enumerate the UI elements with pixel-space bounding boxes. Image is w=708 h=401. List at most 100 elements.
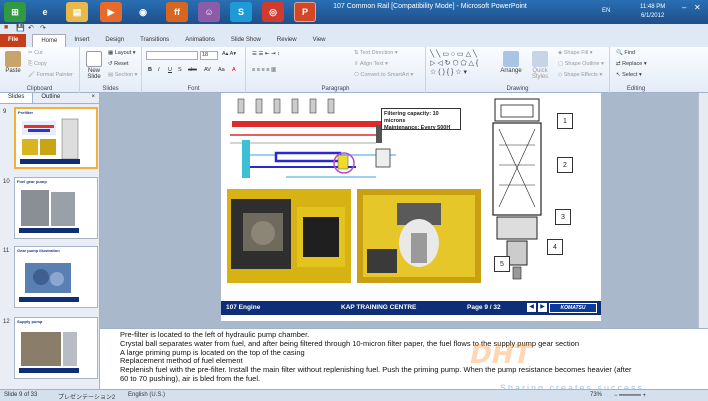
change-case-button[interactable]: Aa	[218, 67, 225, 73]
new-slide-icon	[86, 51, 102, 67]
new-slide-button[interactable]: New Slide	[83, 51, 105, 80]
align-buttons[interactable]: ≡ ≡ ≡ ≡ ▥	[252, 67, 276, 73]
slides-panel: Slides Outline × 9 Prefilter 10 Fuel gea…	[0, 93, 100, 389]
align-text-button[interactable]: ⇳ Align Text ▾	[354, 61, 388, 67]
slide-footer: 107 Engine KAP TRAINING CENTRE Page 9 / …	[221, 301, 601, 315]
copy-button[interactable]: ⎘ Copy	[28, 61, 47, 68]
tab-transitions[interactable]: Transitions	[132, 34, 177, 47]
select-button[interactable]: ↖ Select ▾	[616, 72, 642, 78]
undo-icon[interactable]: ↶	[28, 24, 34, 32]
layout-button[interactable]: ▦ Layout ▾	[108, 50, 136, 56]
cut-button[interactable]: ✂ Cut	[28, 50, 43, 56]
tab-insert[interactable]: Insert	[66, 34, 97, 47]
current-slide[interactable]: Filtering capacity: 10 microns Maintenan…	[221, 93, 601, 321]
save-icon[interactable]: 💾	[16, 24, 25, 32]
thumb-number: 11	[3, 248, 10, 254]
italic-button[interactable]: I	[158, 67, 160, 73]
powerpoint-icon[interactable]: P	[294, 2, 316, 22]
clock: 11:48 PM 6/1/2012	[640, 4, 666, 19]
tab-file[interactable]: File	[0, 34, 27, 47]
font-size-field[interactable]: 18	[200, 51, 218, 60]
paste-button[interactable]: Paste	[3, 51, 23, 74]
tab-slide-show[interactable]: Slide Show	[223, 34, 269, 47]
minimize-icon[interactable]: –	[682, 3, 686, 19]
font-color-button[interactable]: A	[232, 67, 236, 73]
clipboard-group: Paste ✂ Cut ⎘ Copy 🖌 Format Painter Clip…	[0, 47, 80, 93]
title-bar: ⊞ e ▤ ▶ ◉ ff ☺ S ◎ P 107 Common Rail [Co…	[0, 0, 708, 24]
watermark-logo: DHT	[466, 340, 535, 370]
slides-group: New Slide ▦ Layout ▾ ↺ Reset ▤ Section ▾…	[80, 47, 142, 93]
tab-design[interactable]: Design	[97, 34, 132, 47]
next-slide-icon[interactable]: ▶	[538, 303, 547, 312]
reset-button[interactable]: ↺ Reset	[108, 61, 129, 67]
tab-outline[interactable]: Outline	[33, 93, 68, 103]
tab-animations[interactable]: Animations	[177, 34, 223, 47]
quick-styles-button[interactable]: Quick Styles	[526, 51, 554, 80]
prev-slide-icon[interactable]: ◀	[527, 303, 536, 312]
ie-icon[interactable]: e	[34, 2, 56, 22]
bullets-button[interactable]: ☰ ☰ ⇤ ⇥ ↕	[252, 51, 280, 57]
language-indicator[interactable]: EN	[602, 8, 610, 14]
shape-effects-button[interactable]: ◇ Shape Effects ▾	[558, 72, 602, 78]
font-name-field[interactable]	[146, 51, 198, 60]
callout-2: 2	[557, 157, 573, 173]
slide-thumbnail-9[interactable]: Prefilter	[14, 107, 98, 169]
slide-thumbnail-12[interactable]: Supply pump	[14, 317, 98, 379]
slides-label: Slides	[102, 86, 119, 92]
convert-smartart-button[interactable]: ⎔ Convert to SmartArt ▾	[354, 72, 413, 78]
spacing-button[interactable]: AV	[204, 67, 211, 73]
clipboard-label: Clipboard	[26, 86, 53, 92]
thumb-number: 9	[3, 109, 7, 115]
filter-spec-box: Filtering capacity: 10 microns Maintenan…	[381, 108, 461, 131]
fuel-system-diagram	[230, 98, 396, 178]
redo-icon[interactable]: ↷	[40, 24, 46, 32]
replace-button[interactable]: ⇄ Replace ▾	[616, 61, 647, 67]
chrome-icon[interactable]: ◎	[262, 2, 284, 22]
slide-counter: Slide 9 of 33	[4, 392, 38, 398]
find-button[interactable]: 🔍 Find	[616, 50, 635, 56]
notes-pane[interactable]: Pre-filter is located to the left of hyd…	[100, 328, 708, 389]
shadow-button[interactable]: S	[178, 67, 182, 73]
tab-review[interactable]: Review	[269, 34, 305, 47]
slide-thumbnail-10[interactable]: Fuel gear pump	[14, 177, 98, 239]
underline-button[interactable]: U	[168, 67, 172, 73]
callout-1: 1	[557, 113, 573, 129]
firefox-icon[interactable]: ff	[166, 2, 188, 22]
section-button[interactable]: ▤ Section ▾	[108, 72, 137, 78]
shape-fill-button[interactable]: ◈ Shape Fill ▾	[558, 50, 593, 56]
media-player-icon[interactable]: ▶	[100, 2, 122, 22]
paste-icon	[5, 51, 21, 67]
camera-icon[interactable]: ◉	[132, 2, 154, 22]
thumb-number: 10	[3, 179, 10, 185]
slide-thumbnail-11[interactable]: Gear pump illustration	[14, 246, 98, 308]
zoom-slider[interactable]: − ━━━━━━ +	[614, 392, 646, 399]
tab-slides[interactable]: Slides	[0, 93, 34, 103]
language-status[interactable]: English (U.S.)	[128, 392, 165, 398]
tab-home[interactable]: Home	[32, 34, 67, 47]
grow-font-icon[interactable]: A▴ A▾	[222, 51, 236, 57]
slide-scrollbar[interactable]	[698, 93, 708, 328]
theme-name: プレゼンテーション2	[58, 395, 116, 401]
close-window-icon[interactable]: ✕	[694, 3, 701, 19]
close-panel-icon[interactable]: ×	[87, 93, 99, 103]
messenger-icon[interactable]: ☺	[198, 2, 220, 22]
explorer-icon[interactable]: ▤	[66, 2, 88, 22]
arrange-button[interactable]: Arrange	[498, 51, 524, 74]
tab-view[interactable]: View	[305, 34, 334, 47]
thumb-image	[19, 332, 79, 373]
windows-start-icon[interactable]: ⊞	[4, 2, 26, 22]
thumb-image	[19, 263, 79, 302]
footer-page: Page 9 / 32	[467, 304, 501, 311]
text-direction-button[interactable]: ⇅ Text Direction ▾	[354, 50, 398, 56]
bold-button[interactable]: B	[148, 67, 152, 73]
zoom-level[interactable]: 73%	[590, 392, 602, 398]
drawing-group: ╲ ╲ ▭ ○ ▭ △ ╲ ▷ ◁ ↻ ⬡ ⬠ △ {☆ ( ) { } ☆ ▾ …	[426, 47, 610, 93]
shape-outline-button[interactable]: ▢ Shape Outline ▾	[558, 61, 604, 67]
skype-icon[interactable]: S	[230, 2, 252, 22]
callout-5: 5	[494, 256, 510, 272]
shapes-gallery[interactable]: ╲ ╲ ▭ ○ ▭ △ ╲ ▷ ◁ ↻ ⬡ ⬠ △ {☆ ( ) { } ☆ ▾	[430, 50, 494, 80]
app-icon[interactable]: ■	[4, 24, 8, 31]
strikethrough-button[interactable]: abc	[188, 67, 197, 73]
format-painter-button[interactable]: 🖌 Format Painter	[28, 72, 73, 78]
paragraph-label: Paragraph	[321, 86, 350, 92]
